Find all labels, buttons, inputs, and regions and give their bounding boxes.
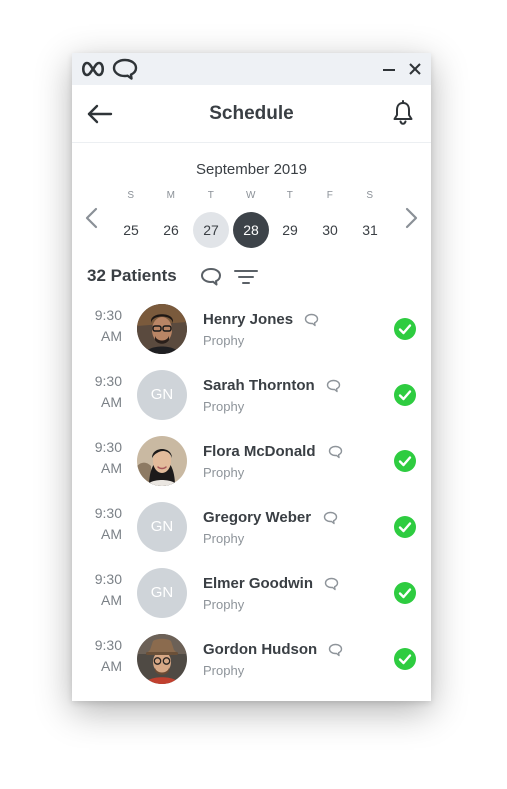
avatar-photo [137, 304, 187, 354]
appointment-time: 9:30 AM [86, 635, 122, 677]
close-icon[interactable] [407, 61, 423, 77]
app-window: Schedule September 2019 S 25 M 26 T 27 W… [72, 53, 431, 701]
appointment-time: 9:30 AM [86, 305, 122, 347]
patient-name: Henry Jones [203, 311, 293, 328]
day-column: S 31 [352, 188, 388, 248]
time-ampm: AM [101, 328, 122, 344]
check-circle-icon [394, 516, 416, 538]
patient-name-text: Gregory Weber [203, 509, 312, 526]
time-ampm: AM [101, 658, 122, 674]
procedure-type: Prophy [203, 663, 245, 678]
check-circle-icon [394, 648, 416, 670]
chat-bubble-icon[interactable] [324, 577, 339, 591]
time-value: 9:30 [94, 571, 122, 587]
day-column: T 29 [272, 188, 308, 248]
patient-name-text: Flora McDonald [203, 443, 316, 460]
procedure-type: Prophy [203, 333, 245, 348]
check-circle-icon [394, 384, 416, 406]
date-button[interactable]: 30 [312, 212, 348, 248]
day-column: S 25 [113, 188, 149, 248]
page-title: Schedule [209, 103, 294, 124]
page-header: Schedule [72, 85, 431, 143]
patient-row[interactable]: 9:30 AM GN Sarah Thornton Prophy [72, 365, 431, 431]
title-bar [72, 53, 431, 85]
patients-summary: 32 Patients [87, 266, 258, 288]
avatar-initials: GN [137, 502, 187, 552]
date-button-today[interactable]: 27 [193, 212, 229, 248]
weekday-label: W [246, 190, 256, 201]
patient-name: Gordon Hudson [203, 641, 317, 658]
bell-icon[interactable] [391, 100, 415, 126]
patient-name: Sarah Thornton [203, 377, 315, 394]
patient-name: Gregory Weber [203, 509, 311, 526]
patients-count: 32 Patients [87, 266, 177, 285]
procedure-type: Prophy [203, 399, 245, 414]
chat-logo-icon [112, 58, 138, 80]
time-value: 9:30 [94, 439, 122, 455]
date-button[interactable]: 31 [352, 212, 388, 248]
procedure-type: Prophy [203, 597, 245, 612]
patient-name-text: Gordon Hudson [203, 641, 318, 658]
filter-icon[interactable] [233, 266, 259, 288]
procedure-type: Prophy [203, 465, 245, 480]
chat-bubble-icon[interactable] [199, 266, 223, 288]
time-ampm: AM [101, 526, 122, 542]
check-circle-icon [394, 318, 416, 340]
time-ampm: AM [101, 460, 122, 476]
chevron-left-icon[interactable] [82, 205, 102, 231]
weekday-label: M [166, 190, 176, 201]
time-value: 9:30 [94, 373, 122, 389]
time-value: 9:30 [94, 307, 122, 323]
patient-name-text: Sarah Thornton [203, 377, 315, 394]
appointment-time: 9:30 AM [86, 503, 122, 545]
weekday-label: T [207, 190, 215, 201]
patient-row[interactable]: 9:30 AM Flora McDonald Prophy [72, 431, 431, 497]
procedure-type: Prophy [203, 531, 245, 546]
appointment-time: 9:30 AM [86, 437, 122, 479]
weekday-label: T [286, 190, 294, 201]
appointment-time: 9:30 AM [86, 569, 122, 611]
patient-name: Elmer Goodwin [203, 575, 313, 592]
date-button[interactable]: 25 [113, 212, 149, 248]
patient-name-text: Henry Jones [203, 311, 294, 328]
date-button[interactable]: 26 [153, 212, 189, 248]
time-value: 9:30 [94, 505, 122, 521]
chat-bubble-icon[interactable] [323, 511, 338, 525]
minimize-icon[interactable] [381, 61, 397, 77]
time-value: 9:30 [94, 637, 122, 653]
patient-row[interactable]: 9:30 AM GN Elmer Goodwin Prophy [72, 563, 431, 629]
time-ampm: AM [101, 394, 122, 410]
patient-name-text: Elmer Goodwin [203, 575, 314, 592]
chat-bubble-icon[interactable] [328, 445, 343, 459]
chat-bubble-icon[interactable] [326, 379, 341, 393]
time-ampm: AM [101, 592, 122, 608]
day-column: F 30 [312, 188, 348, 248]
patient-row[interactable]: 9:30 AM Gordon Hudson Prophy [72, 629, 431, 695]
date-button[interactable]: 29 [272, 212, 308, 248]
avatar-initials: GN [137, 568, 187, 618]
weekday-label: S [366, 190, 374, 201]
date-button-selected[interactable]: 28 [233, 212, 269, 248]
avatar-photo [137, 436, 187, 486]
check-circle-icon [394, 582, 416, 604]
avatar-initials: GN [137, 370, 187, 420]
day-column: T 27 [193, 188, 229, 248]
avatar-photo [137, 634, 187, 684]
chat-bubble-icon[interactable] [328, 643, 343, 657]
calendar-month-label: September 2019 [196, 161, 307, 178]
day-column: W 28 [233, 188, 269, 248]
weekday-label: F [326, 190, 334, 201]
check-circle-icon [394, 450, 416, 472]
patient-row[interactable]: 9:30 AM Henry Jones Prophy [72, 299, 431, 365]
patient-name: Flora McDonald [203, 443, 316, 460]
patient-row[interactable]: 9:30 AM GN Gregory Weber Prophy [72, 497, 431, 563]
week-strip: S 25 M 26 T 27 W 28 T 29 F 30 S 31 [113, 188, 431, 248]
weekday-label: S [127, 190, 135, 201]
day-column: M 26 [153, 188, 189, 248]
appointment-time: 9:30 AM [86, 371, 122, 413]
chat-bubble-icon[interactable] [304, 313, 319, 327]
infinity-logo-icon [81, 61, 105, 77]
